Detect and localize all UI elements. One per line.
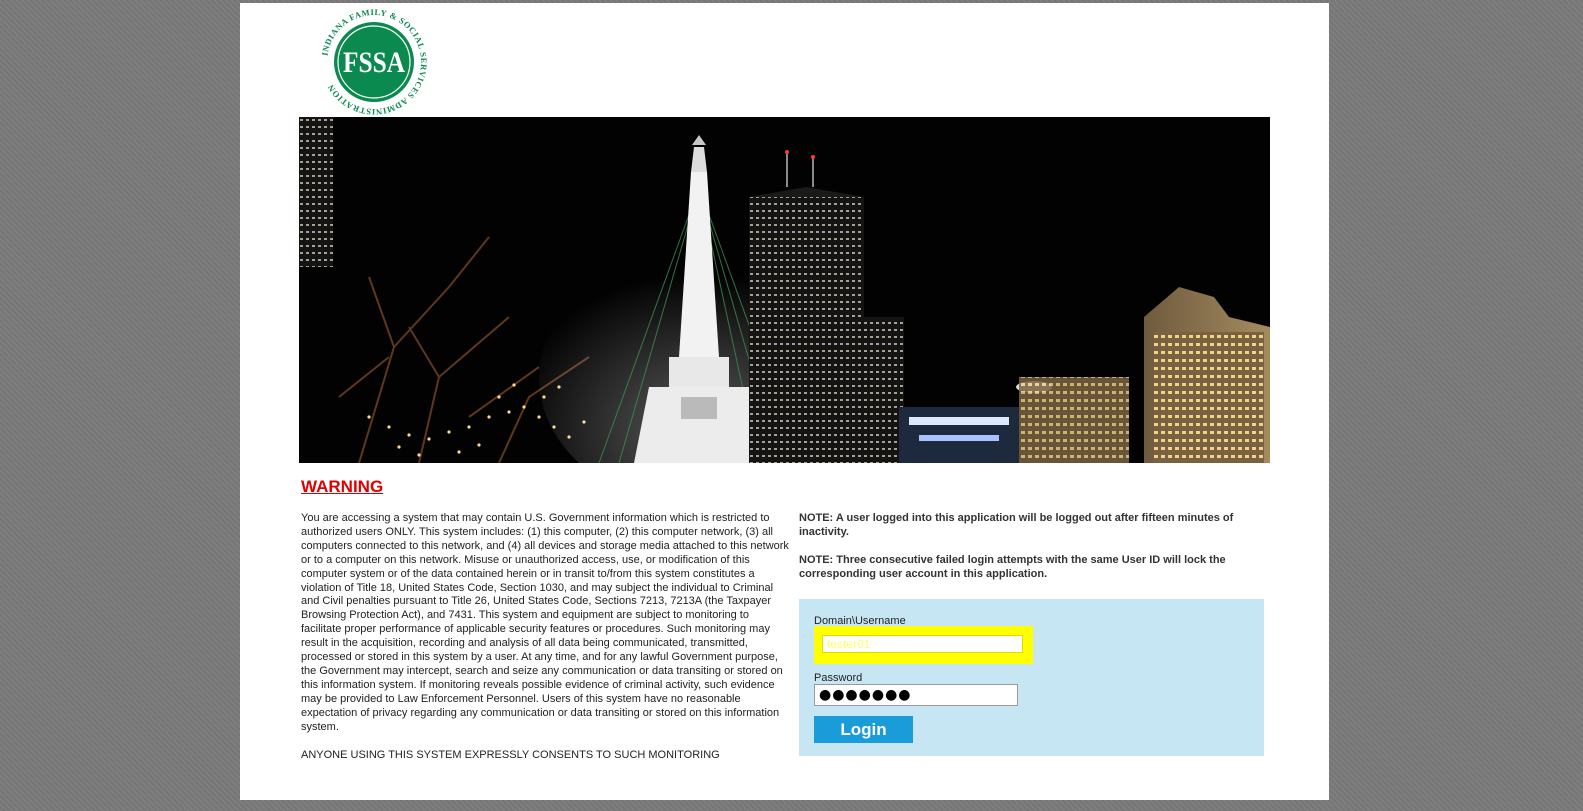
page-container: INDIANA FAMILY & SOCIAL SERVICES ADMINIS…: [240, 3, 1329, 800]
hero-banner: [299, 117, 1270, 463]
warning-text: You are accessing a system that may cont…: [301, 512, 789, 733]
login-form: Domain\Username Password ●●●●●●● Login: [799, 599, 1264, 756]
consent-text: ANYONE USING THIS SYSTEM EXPRESSLY CONSE…: [301, 748, 720, 761]
warning-heading: WARNING: [301, 477, 384, 496]
login-button[interactable]: Login: [814, 716, 913, 743]
notes-section: NOTE: A user logged into this applicatio…: [799, 511, 1269, 595]
username-input[interactable]: [822, 635, 1023, 653]
warning-notice: You are accessing a system that may cont…: [301, 512, 789, 762]
password-label: Password: [814, 672, 863, 684]
fssa-logo: INDIANA FAMILY & SOCIAL SERVICES ADMINIS…: [318, 6, 430, 118]
password-input[interactable]: ●●●●●●●: [814, 684, 1018, 706]
lockout-note: NOTE: Three consecutive failed login att…: [799, 554, 1226, 580]
timeout-note: NOTE: A user logged into this applicatio…: [799, 512, 1234, 538]
username-highlight: [814, 626, 1033, 664]
hero-image: [299, 117, 1270, 463]
logo-monogram: FSSA: [343, 46, 405, 79]
